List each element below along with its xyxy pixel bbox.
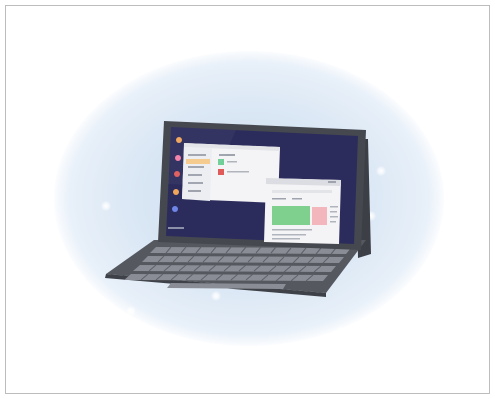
green-panel [272,206,310,225]
pink-panel [312,207,327,225]
window-controls[interactable] [328,181,336,183]
illustration-frame [5,5,490,394]
taskbar-label [168,227,184,229]
right-app-window[interactable] [264,178,341,244]
red-item-icon [218,169,224,175]
blue-dot-icon[interactable] [172,206,178,212]
tablet-illustration [105,121,371,297]
search-bar[interactable] [272,190,332,193]
orange-dot-icon[interactable] [173,189,179,195]
